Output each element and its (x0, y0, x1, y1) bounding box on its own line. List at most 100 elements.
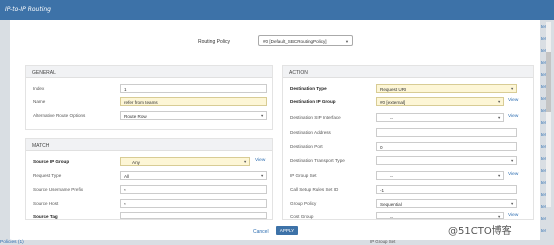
routing-policy-select[interactable]: #0 [Default_SBCRoutingPolicy] ▼ (258, 35, 353, 46)
destination-ip-group-view-link[interactable]: View (508, 98, 518, 103)
group-policy-value: Sequential (380, 201, 402, 207)
name-label: Name (33, 99, 46, 104)
destination-ip-group-label: Destination IP Group (290, 99, 336, 104)
call-setup-rules-field[interactable]: -1 (376, 185, 517, 194)
group-policy-label: Group Policy (290, 201, 317, 206)
call-setup-rules-value: -1 (380, 187, 385, 193)
request-type-label: Request Type (33, 173, 62, 178)
source-ip-group-select[interactable]: Any ▼ (120, 157, 250, 166)
match-header: MATCH (26, 139, 272, 151)
cost-group-view-link[interactable]: View (508, 213, 518, 218)
chevron-down-icon: ▼ (497, 100, 501, 104)
destination-transport-type-label: Destination Transport Type (290, 158, 345, 163)
routing-policy-value: #0 [Default_SBCRoutingPolicy] (263, 39, 327, 44)
index-row: Index 1 (33, 84, 268, 94)
request-type-row: Request Type All ▼ (33, 171, 268, 181)
destination-transport-type-select[interactable]: ▼ (376, 156, 517, 165)
destination-sip-interface-view-link[interactable]: View (508, 114, 518, 119)
destination-ip-group-select[interactable]: #0 [external] ▼ (376, 97, 504, 106)
source-host-field[interactable]: * (120, 199, 267, 208)
alt-route-row: Alternative Route Options Route Row ▼ (33, 111, 268, 121)
chevron-down-icon: ▼ (243, 160, 247, 164)
destination-sip-interface-select[interactable]: -- ▼ (376, 113, 504, 122)
chevron-down-icon: ▼ (510, 202, 514, 206)
action-header: ACTION (283, 66, 533, 78)
destination-address-field[interactable] (376, 128, 517, 137)
cost-group-select[interactable]: -- ▼ (376, 212, 504, 220)
destination-port-row: Destination Port 0 (290, 142, 530, 152)
dialog-title: IP-to-IP Routing (5, 6, 51, 13)
destination-port-field[interactable]: 0 (376, 142, 517, 151)
destination-sip-interface-value: -- (390, 115, 394, 121)
alt-route-value: Route Row (124, 113, 147, 119)
ip-group-set-select[interactable]: -- ▼ (376, 171, 504, 180)
group-policy-row: Group Policy Sequential ▼ (290, 199, 530, 209)
ip-group-set-view-link[interactable]: View (508, 172, 518, 177)
destination-type-value: Request URI (380, 86, 407, 92)
chevron-down-icon: ▼ (510, 159, 514, 163)
alt-route-select[interactable]: Route Row ▼ (120, 111, 267, 120)
apply-button[interactable]: APPLY (276, 226, 298, 235)
source-username-prefix-label: Source Username Prefix (33, 187, 84, 192)
source-host-label: Source Host (33, 201, 59, 206)
destination-ip-group-row: Destination IP Group #0 [external] ▼ View (290, 97, 530, 107)
chevron-down-icon: ▼ (497, 215, 501, 219)
destination-type-select[interactable]: Request URI ▼ (376, 84, 517, 93)
name-row: Name refer from teams (33, 97, 268, 107)
general-header: GENERAL (26, 66, 272, 78)
destination-port-value: 0 (380, 144, 383, 150)
chevron-down-icon: ▼ (510, 87, 514, 91)
chevron-down-icon: ▼ (260, 174, 264, 178)
index-label: Index (33, 86, 45, 91)
request-type-value: All (124, 173, 130, 179)
destination-ip-group-value: #0 [external] (380, 99, 406, 105)
chevron-down-icon: ▼ (497, 174, 501, 178)
source-tag-row: Source Tag (33, 212, 268, 222)
bg-link[interactable]: ter (541, 228, 546, 233)
ip-group-set-value: -- (390, 173, 394, 179)
destination-port-label: Destination Port (290, 144, 323, 149)
name-field[interactable]: refer from teams (120, 97, 267, 106)
source-username-prefix-value: * (124, 187, 126, 193)
cost-group-label: Cost Group (290, 214, 314, 219)
destination-sip-interface-row: Destination SIP Interface -- ▼ View (290, 113, 530, 123)
index-field[interactable]: 1 (120, 84, 267, 93)
source-host-row: Source Host * (33, 199, 268, 209)
policies-link[interactable]: Policies (1) (0, 240, 24, 245)
ip-group-set-label: IP Group Set (290, 173, 317, 178)
cost-group-row: Cost Group -- ▼ View (290, 212, 530, 222)
destination-transport-type-row: Destination Transport Type ▼ (290, 156, 530, 166)
chevron-down-icon: ▼ (260, 114, 264, 118)
name-value: refer from teams (124, 99, 158, 105)
destination-type-label: Destination Type (290, 86, 327, 91)
dialog-scrollbar[interactable] (546, 22, 551, 207)
request-type-select[interactable]: All ▼ (120, 171, 267, 180)
source-tag-field[interactable] (120, 212, 267, 219)
call-setup-rules-row: Call Setup Rules Set ID -1 (290, 185, 530, 195)
alt-route-label: Alternative Route Options (33, 113, 86, 118)
chevron-down-icon: ▼ (345, 39, 349, 44)
destination-type-row: Destination Type Request URI ▼ (290, 84, 530, 94)
scrollbar-thumb[interactable] (546, 52, 551, 112)
index-value: 1 (124, 86, 127, 92)
source-ip-group-view-link[interactable]: View (255, 158, 265, 163)
source-ip-group-row: Source IP Group Any ▼ View (33, 157, 268, 167)
call-setup-rules-label: Call Setup Rules Set ID (290, 187, 339, 192)
ip-group-set-row: IP Group Set -- ▼ View (290, 171, 530, 181)
source-host-value: * (124, 201, 126, 207)
destination-address-label: Destination Address (290, 130, 331, 135)
source-username-prefix-row: Source Username Prefix * (33, 185, 268, 195)
destination-address-row: Destination Address (290, 128, 530, 138)
destination-sip-interface-label: Destination SIP Interface (290, 115, 341, 120)
group-policy-select[interactable]: Sequential ▼ (376, 199, 517, 208)
source-username-prefix-field[interactable]: * (120, 185, 267, 194)
routing-policy-label: Routing Policy (198, 39, 230, 45)
bg-ip-group-set-label: IP Group Set (370, 239, 396, 244)
source-ip-group-label: Source IP Group (33, 159, 70, 164)
bg-link[interactable]: ter (541, 216, 546, 221)
source-ip-group-value: Any (132, 159, 140, 165)
cancel-button[interactable]: Cancel (253, 229, 269, 235)
dialog-titlebar: IP-to-IP Routing (0, 0, 554, 20)
watermark: @51CTO博客 (448, 226, 512, 237)
cost-group-value: -- (390, 214, 394, 220)
